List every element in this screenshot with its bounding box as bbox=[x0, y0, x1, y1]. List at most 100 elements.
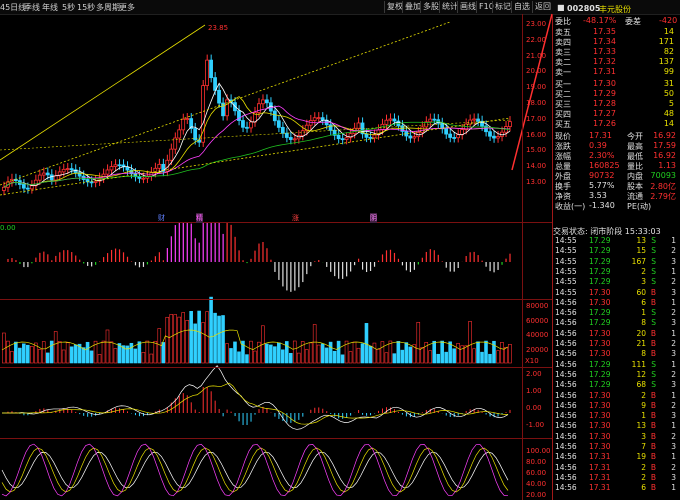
volume-bar bbox=[189, 311, 193, 364]
order-book-row[interactable]: 卖二 17.32 137 bbox=[553, 57, 680, 67]
axis-tick: 1.00 bbox=[526, 387, 542, 395]
volume-bar bbox=[109, 341, 114, 364]
kline-chart[interactable] bbox=[0, 0, 552, 500]
candle-body bbox=[260, 99, 265, 105]
candle-body bbox=[496, 136, 500, 139]
candle-body bbox=[29, 185, 34, 190]
volume-bar bbox=[133, 348, 138, 364]
volume-bar bbox=[97, 354, 102, 364]
volume-bar bbox=[388, 340, 393, 364]
order-book-row[interactable]: 买五 17.26 14 bbox=[553, 119, 680, 129]
event-marker-yin[interactable]: 阴 bbox=[370, 213, 377, 223]
axis-tick: 17.00 bbox=[526, 114, 547, 123]
candle-body bbox=[472, 118, 476, 121]
trade-tick-row: 14:56 17.29 12 S 2 bbox=[555, 369, 676, 379]
volume-bar bbox=[53, 331, 58, 364]
candle-body bbox=[177, 129, 182, 139]
trade-tick-row: 14:56 17.30 13 B 1 bbox=[555, 421, 676, 431]
order-book-row[interactable]: 买一 17.30 31 bbox=[553, 79, 680, 89]
order-book-row[interactable]: 卖一 17.31 99 bbox=[553, 67, 680, 77]
axis-tick: 100.00 bbox=[526, 447, 551, 455]
volume-bar bbox=[41, 341, 46, 364]
volume-bar bbox=[400, 349, 405, 364]
candle-body bbox=[137, 176, 142, 179]
panel-divider bbox=[0, 367, 552, 368]
trade-tick-row: 14:56 17.29 1 S 2 bbox=[555, 308, 676, 318]
axis-tick: 60.00 bbox=[526, 469, 547, 477]
trade-tick-row: 14:55 17.29 3 S 2 bbox=[555, 277, 676, 287]
candle-body bbox=[45, 172, 50, 176]
event-marker-financial[interactable]: 财 bbox=[158, 213, 165, 223]
event-marker-fine[interactable]: 精 bbox=[196, 213, 203, 223]
volume-bar bbox=[69, 346, 74, 364]
candle-body bbox=[432, 118, 437, 121]
volume-bar bbox=[356, 347, 361, 364]
volume-bar bbox=[292, 340, 297, 364]
volume-bar bbox=[213, 312, 217, 364]
volume-unit-label: X10 bbox=[525, 357, 539, 365]
volume-bar bbox=[396, 341, 401, 364]
trade-tick-row: 14:56 17.30 3 B 2 bbox=[555, 431, 676, 441]
volume-bar bbox=[89, 350, 94, 364]
stock-code: 002805 bbox=[567, 4, 601, 13]
volume-bar bbox=[480, 351, 484, 364]
panel-divider bbox=[0, 299, 552, 300]
quote-stat-row: 换手 5.77% 股本 2.80亿 bbox=[555, 181, 676, 191]
candle-body bbox=[89, 181, 94, 184]
volume-bar bbox=[416, 321, 421, 364]
volume-bar bbox=[404, 342, 409, 364]
trade-tick-row: 14:56 17.31 2 B 3 bbox=[555, 472, 676, 482]
volume-bar bbox=[81, 347, 86, 364]
candle-body bbox=[193, 128, 198, 141]
volume-bar bbox=[233, 341, 237, 364]
candle-body bbox=[328, 124, 333, 131]
candle-body bbox=[109, 166, 114, 171]
volume-bar bbox=[504, 347, 508, 364]
volume-bar bbox=[29, 346, 34, 364]
candle-body bbox=[157, 163, 162, 169]
candle-body bbox=[468, 119, 472, 125]
volume-bar bbox=[37, 349, 42, 364]
volume-bar bbox=[496, 350, 500, 364]
order-book-row[interactable]: 卖三 17.33 82 bbox=[553, 47, 680, 57]
volume-bar bbox=[45, 352, 50, 364]
candle-body bbox=[444, 128, 449, 135]
candle-body bbox=[272, 110, 277, 122]
volume-bar bbox=[201, 322, 205, 364]
order-book-row[interactable]: 买四 17.27 48 bbox=[553, 109, 680, 119]
axis-tick: 40.00 bbox=[526, 480, 547, 488]
volume-bar bbox=[372, 342, 377, 364]
candle-body bbox=[217, 89, 221, 104]
candle-body bbox=[340, 138, 345, 141]
candle-body bbox=[372, 134, 377, 139]
order-book-row[interactable]: 卖五 17.35 14 bbox=[553, 27, 680, 37]
candle-body bbox=[428, 118, 433, 123]
candle-body bbox=[2, 186, 6, 191]
volume-bar bbox=[384, 352, 389, 364]
axis-tick: 2.00 bbox=[526, 370, 542, 378]
volume-bar bbox=[26, 344, 30, 364]
candle-body bbox=[49, 174, 54, 181]
candle-body bbox=[213, 77, 217, 91]
volume-bar bbox=[328, 341, 333, 364]
volume-bar bbox=[161, 342, 166, 364]
volume-bar bbox=[113, 348, 118, 364]
order-book-row[interactable]: 买二 17.29 50 bbox=[553, 89, 680, 99]
order-book-row[interactable]: 买三 17.28 5 bbox=[553, 99, 680, 109]
volume-bar bbox=[153, 340, 158, 364]
candle-body bbox=[276, 120, 281, 128]
order-book-row[interactable]: 卖四 17.34 171 bbox=[553, 37, 680, 47]
volume-bar bbox=[273, 346, 277, 364]
candle-body bbox=[280, 126, 285, 134]
event-marker-rise[interactable]: 涨 bbox=[292, 213, 299, 223]
axis-divider bbox=[522, 14, 523, 500]
trade-tick-row: 14:56 17.29 8 S 3 bbox=[555, 318, 676, 328]
volume-bar bbox=[10, 351, 14, 364]
quote-stat-row: 现价 17.31 今开 16.92 bbox=[555, 131, 676, 141]
candle-body bbox=[488, 131, 492, 137]
volume-bar bbox=[14, 341, 18, 364]
candle-body bbox=[37, 174, 42, 181]
panel-divider bbox=[0, 438, 552, 439]
volume-bar bbox=[173, 314, 178, 364]
candle-body bbox=[392, 118, 397, 122]
